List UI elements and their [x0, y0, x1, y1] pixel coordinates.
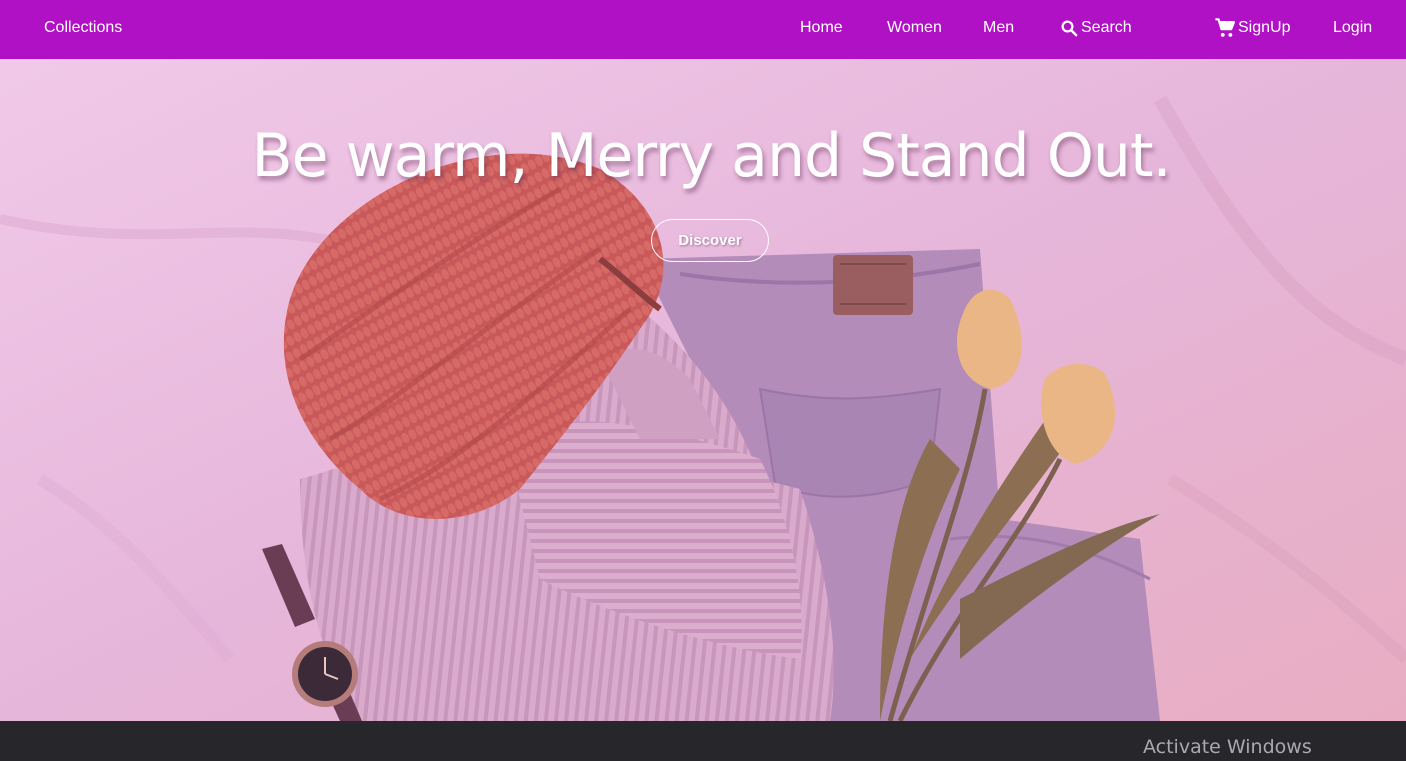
search-icon: [1060, 19, 1078, 37]
signup-label: SignUp: [1238, 19, 1291, 36]
nav-link-login[interactable]: Login: [1333, 0, 1372, 55]
nav-link-women[interactable]: Women: [887, 0, 942, 55]
brand-link[interactable]: Collections: [44, 0, 122, 55]
hero-title: Be warm, Merry and Stand Out.: [251, 121, 1171, 191]
nav-link-home[interactable]: Home: [800, 0, 843, 55]
cart-icon: [1214, 17, 1237, 39]
activate-windows-watermark: Activate Windows: [1143, 736, 1312, 758]
nav-link-signup[interactable]: SignUp: [1214, 0, 1290, 55]
hero-section: Be warm, Merry and Stand Out. Discover: [0, 59, 1406, 721]
discover-button[interactable]: Discover: [651, 219, 769, 262]
search-label: Search: [1081, 19, 1132, 36]
nav-link-men[interactable]: Men: [983, 0, 1014, 55]
nav-link-search[interactable]: Search: [1060, 0, 1132, 55]
bottom-dark-bar: Activate Windows: [0, 721, 1406, 761]
top-navbar: Collections Home Women Men Search SignUp…: [0, 0, 1406, 59]
